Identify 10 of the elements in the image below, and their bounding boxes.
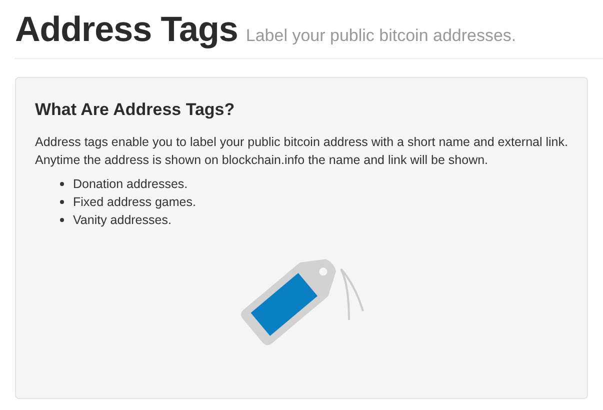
page-title: Address Tags	[15, 9, 238, 51]
bullet-icon	[60, 218, 64, 222]
bullet-icon	[60, 200, 64, 204]
bullet-icon	[60, 182, 64, 186]
panel-heading: What Are Address Tags?	[35, 99, 236, 121]
list-item: Fixed address games.	[73, 194, 196, 211]
list-item: Donation addresses.	[73, 176, 188, 193]
page-subtitle: Label your public bitcoin addresses.	[246, 25, 516, 47]
list-item: Vanity addresses.	[73, 212, 172, 229]
panel-description: Address tags enable you to label your public bitcoin address with a short name and external link. Anytime the address is shown on blockchain.info the name and link will be shown.	[35, 134, 569, 169]
